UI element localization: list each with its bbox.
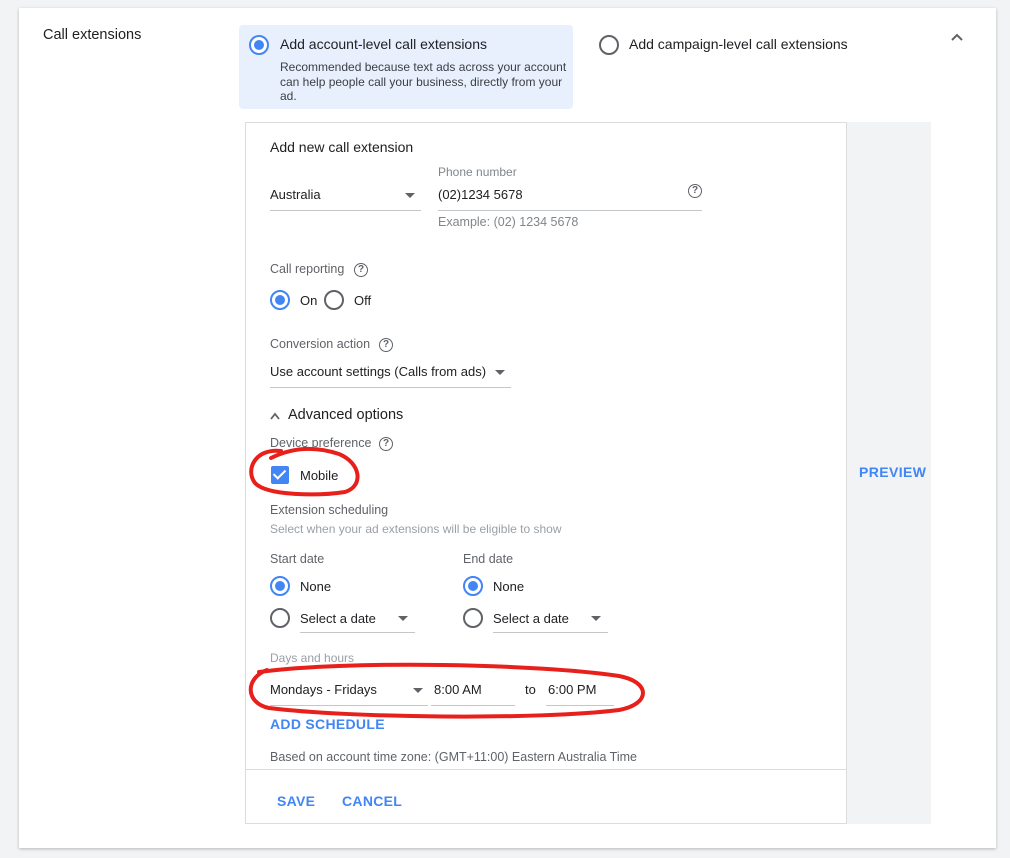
- end-date-none-label[interactable]: None: [493, 579, 524, 594]
- conversion-action-label: Conversion action: [270, 337, 371, 351]
- account-level-label: Add account-level call extensions: [280, 36, 488, 52]
- extension-scheduling-label: Extension scheduling: [270, 503, 389, 517]
- country-select-value[interactable]: Australia: [270, 187, 321, 202]
- chevron-down-icon[interactable]: [405, 193, 415, 198]
- form-heading: Add new call extension: [270, 139, 414, 155]
- phone-number-example: Example: (02) 1234 5678: [438, 215, 579, 229]
- start-time-underline: [431, 705, 515, 706]
- call-reporting-label: Call reporting: [270, 262, 345, 276]
- end-date-none-radio[interactable]: [463, 576, 483, 596]
- chevron-up-icon[interactable]: [948, 28, 966, 46]
- days-select-underline: [270, 705, 428, 706]
- help-icon[interactable]: ?: [379, 437, 393, 451]
- chevron-up-icon[interactable]: [268, 409, 282, 423]
- end-date-select-value[interactable]: Select a date: [493, 611, 569, 626]
- call-reporting-off-label[interactable]: Off: [354, 293, 371, 308]
- save-button[interactable]: SAVE: [277, 793, 315, 809]
- account-level-radio[interactable]: [249, 35, 269, 55]
- to-label: to: [525, 682, 536, 697]
- end-time-input[interactable]: 6:00 PM: [548, 682, 596, 697]
- end-date-underline: [493, 632, 608, 633]
- extension-scheduling-hint: Select when your ad extensions will be e…: [270, 522, 562, 536]
- advanced-options-toggle[interactable]: Advanced options: [288, 407, 403, 423]
- phone-number-label: Phone number: [438, 165, 517, 179]
- start-date-select-radio[interactable]: [270, 608, 290, 628]
- mobile-checkbox-label[interactable]: Mobile: [300, 468, 338, 483]
- phone-number-underline: [438, 210, 702, 211]
- phone-number-input[interactable]: (02)1234 5678: [438, 187, 523, 202]
- section-title: Call extensions: [43, 27, 142, 43]
- end-date-select-radio[interactable]: [463, 608, 483, 628]
- start-time-input[interactable]: 8:00 AM: [434, 682, 482, 697]
- preview-button[interactable]: PREVIEW: [859, 464, 926, 480]
- end-date-label: End date: [463, 552, 514, 566]
- cancel-button[interactable]: CANCEL: [342, 793, 402, 809]
- call-reporting-on-radio[interactable]: [270, 290, 290, 310]
- chevron-down-icon[interactable]: [495, 370, 505, 375]
- call-extensions-card: Call extensions Add account-level call e…: [19, 8, 996, 848]
- country-select-underline: [270, 210, 421, 211]
- help-icon[interactable]: ?: [379, 338, 393, 352]
- timezone-note: Based on account time zone: (GMT+11:00) …: [270, 750, 637, 764]
- footer-divider: [245, 769, 846, 770]
- chevron-down-icon[interactable]: [398, 616, 408, 621]
- help-icon[interactable]: ?: [688, 184, 702, 198]
- chevron-down-icon[interactable]: [413, 688, 423, 693]
- start-date-none-label[interactable]: None: [300, 579, 331, 594]
- start-date-select-value[interactable]: Select a date: [300, 611, 376, 626]
- add-schedule-button[interactable]: ADD SCHEDULE: [270, 716, 385, 732]
- days-select-value[interactable]: Mondays - Fridays: [270, 682, 377, 697]
- campaign-level-radio[interactable]: [599, 35, 619, 55]
- conversion-action-underline: [270, 387, 511, 388]
- device-preference-label: Device preference: [270, 436, 372, 450]
- call-reporting-off-radio[interactable]: [324, 290, 344, 310]
- account-level-description: Recommended because text ads across your…: [280, 60, 567, 103]
- start-date-underline: [300, 632, 415, 633]
- mobile-checkbox[interactable]: [271, 466, 289, 484]
- chevron-down-icon[interactable]: [591, 616, 601, 621]
- help-icon[interactable]: ?: [354, 263, 368, 277]
- account-level-option[interactable]: Add account-level call extensions Recomm…: [239, 25, 573, 109]
- end-time-underline: [546, 705, 614, 706]
- start-date-none-radio[interactable]: [270, 576, 290, 596]
- conversion-action-select-value[interactable]: Use account settings (Calls from ads): [270, 364, 486, 379]
- campaign-level-label[interactable]: Add campaign-level call extensions: [629, 36, 848, 52]
- start-date-label: Start date: [270, 552, 325, 566]
- days-hours-label: Days and hours: [270, 651, 355, 665]
- call-reporting-on-label[interactable]: On: [300, 293, 317, 308]
